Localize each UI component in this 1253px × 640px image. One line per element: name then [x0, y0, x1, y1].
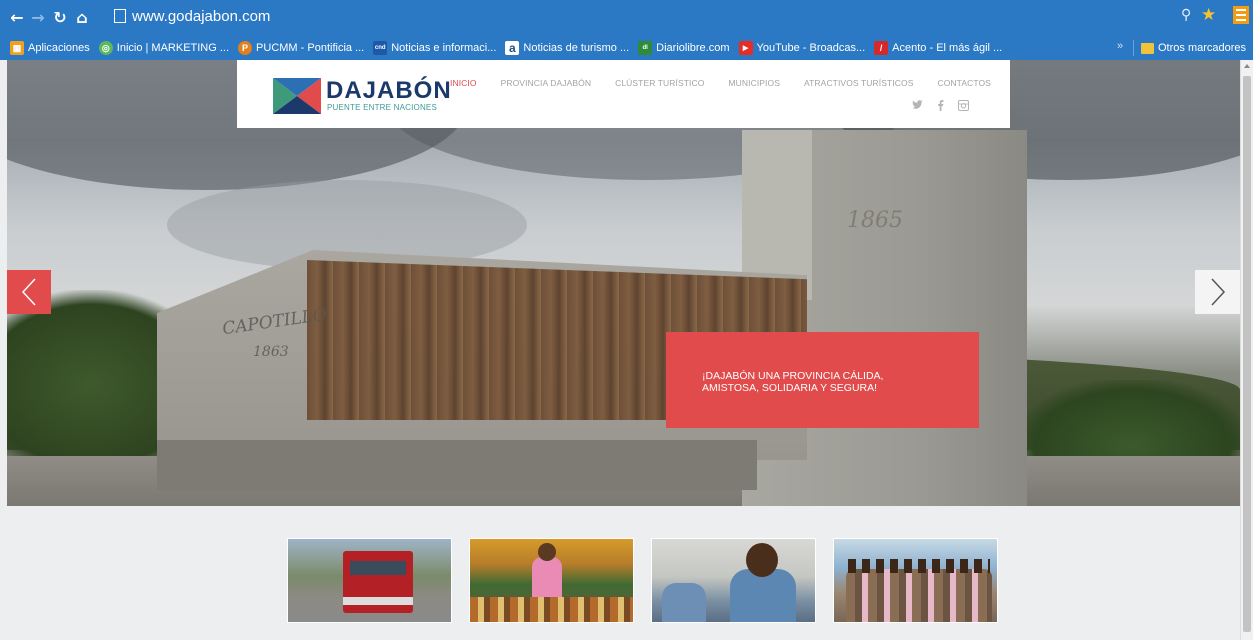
group-figures	[846, 569, 992, 622]
twitter-icon[interactable]	[912, 100, 923, 110]
bookmark-item[interactable]: ◎ Inicio | MARKETING ...	[98, 41, 230, 55]
reload-button[interactable]: ↻	[49, 6, 71, 28]
bookmark-star-icon[interactable]: ★	[1201, 6, 1219, 24]
logo-subtitle: PUENTE ENTRE NACIONES	[327, 103, 437, 112]
page-viewport: 1865 CAPOTILLO 1863 ¡DAJABÓN UNA PROVINC…	[7, 60, 1240, 640]
monument-base	[157, 440, 757, 490]
nav-municipios[interactable]: MUNICIPIOS	[728, 78, 780, 88]
diariolibre-icon: dl	[638, 41, 653, 55]
slider-prev-button[interactable]	[7, 270, 51, 314]
bookmark-label: Diariolibre.com	[656, 42, 730, 54]
student-figure-left	[662, 583, 706, 622]
scrollbar-thumb[interactable]	[1243, 76, 1251, 632]
nav-provincia-dajabon[interactable]: PROVINCIA DAJABÓN	[501, 78, 592, 88]
page-left-edge	[0, 60, 7, 640]
page-icon	[114, 9, 126, 23]
truck-windshield	[350, 561, 406, 575]
thumbnail-market-vendor[interactable]	[469, 538, 634, 623]
pucmm-icon: P	[238, 41, 253, 55]
truck-bumper	[343, 597, 413, 605]
a-icon: a	[505, 41, 520, 55]
hero-caption-box: ¡DAJABÓN UNA PROVINCIA CÁLIDA, AMISTOSA,…	[666, 332, 979, 428]
bookmark-label: Aplicaciones	[28, 42, 90, 54]
thumbnail-fire-truck[interactable]	[287, 538, 452, 623]
youtube-icon: ▶	[738, 41, 753, 55]
bookmarks-separator	[1133, 40, 1134, 56]
bookmark-item[interactable]: ▶ YouTube - Broadcas...	[738, 41, 866, 55]
dajabon-logo-icon[interactable]	[273, 78, 321, 114]
vendor-head	[538, 543, 556, 561]
zoom-icon[interactable]: ⚲	[1181, 7, 1197, 23]
other-bookmarks-label: Otros marcadores	[1158, 42, 1247, 54]
chevron-right-icon	[1210, 278, 1225, 306]
home-button[interactable]: ⌂	[71, 6, 93, 28]
thumbnail-group-photo[interactable]	[833, 538, 998, 623]
instagram-icon[interactable]	[958, 100, 969, 111]
slider-next-button[interactable]	[1195, 270, 1240, 314]
chevron-left-icon	[21, 278, 36, 306]
bookmarks-bar: ▦ Aplicaciones ◎ Inicio | MARKETING ... …	[0, 36, 1253, 60]
bookmark-item[interactable]: a Noticias de turismo ...	[505, 41, 629, 55]
hero-caption: ¡DAJABÓN UNA PROVINCIA CÁLIDA, AMISTOSA,…	[702, 370, 884, 394]
chrome-menu-icon[interactable]	[1233, 6, 1249, 24]
bookmark-item[interactable]: / Acento - El más ágil ...	[874, 41, 1002, 55]
facebook-icon[interactable]	[937, 100, 944, 111]
bookmark-label: PUCMM - Pontificia ...	[256, 42, 365, 54]
main-nav: INICIO PROVINCIA DAJABÓN CLÚSTER TURÍSTI…	[450, 78, 1015, 88]
bookmark-item[interactable]: ▦ Aplicaciones	[10, 41, 90, 55]
bookmarks-overflow-button[interactable]: »	[1117, 40, 1123, 52]
back-button[interactable]: ←	[6, 6, 28, 28]
jars-on-table	[470, 597, 633, 622]
scroll-up-arrow-icon[interactable]	[1244, 64, 1250, 68]
nav-cluster-turistico[interactable]: CLÚSTER TURÍSTICO	[615, 78, 704, 88]
globe-icon: ◎	[98, 41, 113, 55]
thumbnail-classroom[interactable]	[651, 538, 816, 623]
student-head	[746, 543, 778, 577]
acento-icon: /	[874, 41, 889, 55]
address-bar[interactable]: www.godajabon.com	[100, 5, 1220, 27]
bookmark-label: Acento - El más ágil ...	[892, 42, 1003, 54]
bookmark-item[interactable]: dl Diariolibre.com	[638, 41, 730, 55]
thumbnail-row	[287, 538, 998, 623]
apps-grid-icon: ▦	[10, 41, 24, 55]
social-links	[912, 100, 969, 111]
cnd-icon: cnd	[373, 41, 388, 55]
bookmark-label: Inicio | MARKETING ...	[116, 42, 230, 54]
nav-inicio[interactable]: INICIO	[450, 78, 477, 88]
logo-title[interactable]: DAJABÓN	[326, 77, 452, 105]
site-header: DAJABÓN PUENTE ENTRE NACIONES INICIO PRO…	[237, 60, 1010, 128]
other-bookmarks-button[interactable]: Otros marcadores	[1141, 36, 1246, 60]
nav-contactos[interactable]: CONTACTOS	[937, 78, 990, 88]
group-heads	[848, 559, 990, 573]
forward-button[interactable]: →	[27, 6, 49, 28]
browser-toolbar: ← → ↻ ⌂ www.godajabon.com ⚲ ★	[0, 0, 1253, 36]
page-scrollbar[interactable]	[1240, 60, 1253, 640]
bookmark-label: YouTube - Broadcas...	[756, 42, 866, 54]
url-text[interactable]: www.godajabon.com	[132, 8, 270, 25]
wall-inscription-year: 1863	[253, 344, 289, 360]
folder-icon	[1141, 42, 1154, 54]
bookmark-item[interactable]: cnd Noticias e informaci...	[373, 41, 496, 55]
tower-inscription: 1865	[847, 208, 903, 233]
bookmark-item[interactable]: P PUCMM - Pontificia ...	[238, 41, 364, 55]
student-figure	[730, 569, 796, 622]
bookmark-label: Noticias de turismo ...	[523, 42, 630, 54]
bookmark-label: Noticias e informaci...	[391, 42, 497, 54]
nav-atractivos-turisticos[interactable]: ATRACTIVOS TURÍSTICOS	[804, 78, 913, 88]
